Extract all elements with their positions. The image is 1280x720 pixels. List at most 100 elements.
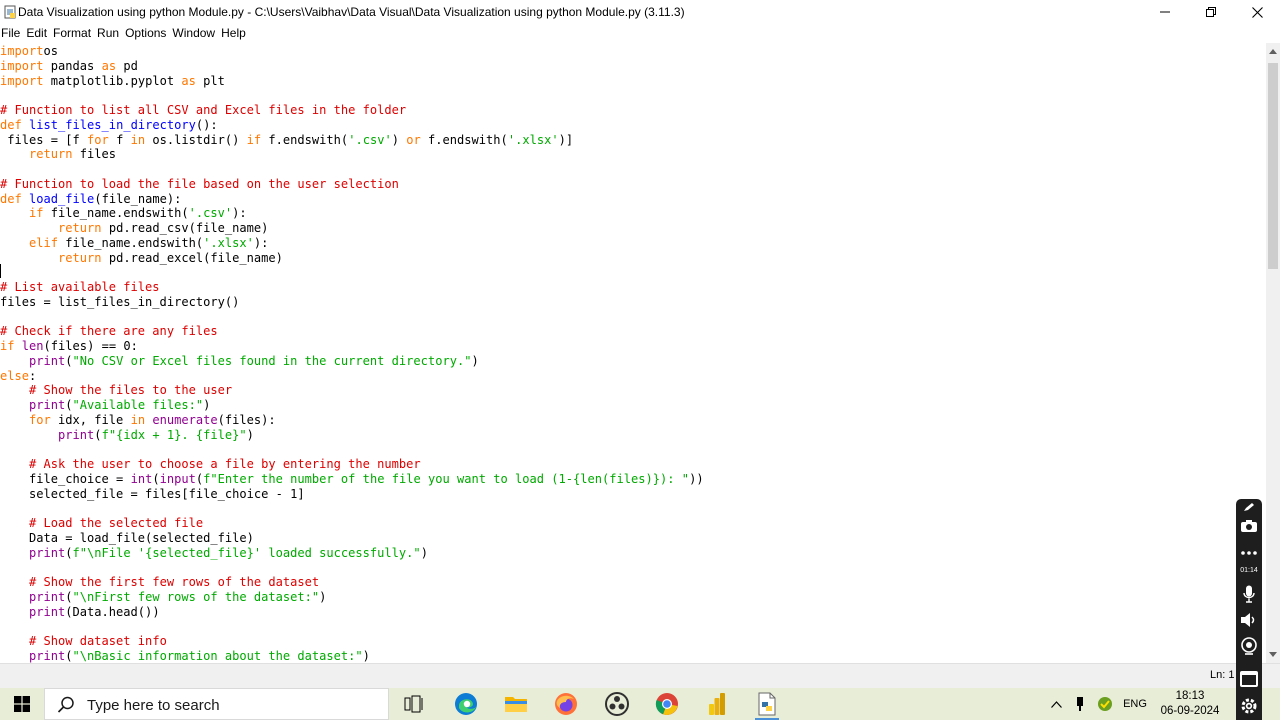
recorder-screenshot-button[interactable] [1236,515,1262,537]
menu-run[interactable]: Run [96,24,123,43]
code-line[interactable]: importos [0,44,704,59]
taskbar-file-explorer[interactable] [494,688,538,720]
code-token: ) [319,589,327,604]
code-line[interactable]: # Ask the user to choose a file by enter… [0,457,704,472]
code-line[interactable]: # Show dataset info [0,634,704,649]
menu-window[interactable]: Window [171,24,219,43]
code-line[interactable]: files = list_files_in_directory() [0,295,704,310]
speaker-icon [1241,613,1255,627]
code-line[interactable]: print("No CSV or Excel files found in th… [0,354,704,369]
code-line[interactable]: print("\nBasic information about the dat… [0,649,704,663]
show-hidden-icons[interactable] [1046,688,1066,720]
taskbar-search-input[interactable] [85,693,379,717]
scrollbar-thumb[interactable] [1268,63,1278,269]
code-line[interactable]: def list_files_in_directory(): [0,118,704,133]
code-line[interactable]: def load_file(file_name): [0,192,704,207]
taskbar-edge[interactable] [444,688,488,720]
code-line[interactable]: for idx, file in enumerate(files): [0,413,704,428]
recorder-mic-button[interactable] [1236,583,1262,605]
code-line[interactable]: else: [0,369,704,384]
menu-file[interactable]: File [0,24,24,43]
code-line[interactable]: # Show the files to the user [0,383,704,398]
code-token: as [181,73,196,88]
code-line[interactable] [0,560,704,575]
code-line[interactable]: return files [0,147,704,162]
code-token: list_files_in_directory [29,117,196,132]
code-token: f"Enter the number of the file you want … [203,471,690,486]
code-token: print [29,353,66,368]
tray-network[interactable] [1095,688,1115,720]
code-token: pd [116,58,138,73]
code-line[interactable]: elif file_name.endswith('.xlsx'): [0,236,704,251]
code-line[interactable]: # List available files [0,280,704,295]
title-bar[interactable]: Data Visualization using python Module.p… [0,0,1280,24]
code-line[interactable] [0,501,704,516]
code-line[interactable] [0,162,704,177]
taskbar-firefox[interactable] [544,688,588,720]
code-token: as [101,58,117,73]
code-line[interactable]: selected_file = files[file_choice - 1] [0,487,704,502]
code-line[interactable]: file_choice = int(input(f"Enter the numb… [0,472,704,487]
code-line[interactable]: return pd.read_csv(file_name) [0,221,704,236]
code-line[interactable]: files = [f for f in os.listdir() if f.en… [0,133,704,148]
code-line[interactable]: # Load the selected file [0,516,704,531]
code-line[interactable]: return pd.read_excel(file_name) [0,251,704,266]
close-button[interactable] [1234,0,1280,24]
recorder-webcam-button[interactable] [1236,635,1262,657]
menu-help[interactable]: Help [220,24,250,43]
code-line[interactable]: # Function to list all CSV and Excel fil… [0,103,704,118]
taskbar-power-bi[interactable] [695,688,739,720]
code-token: '.csv' [348,132,392,147]
code-line[interactable]: print(f"\nFile '{selected_file}' loaded … [0,546,704,561]
recorder-window-button[interactable] [1236,667,1262,691]
code-line[interactable] [0,310,704,325]
taskbar-python-idle[interactable] [745,688,789,720]
code-token: (files): [217,412,276,427]
code-line[interactable]: if file_name.endswith('.csv'): [0,206,704,221]
restore-button[interactable] [1188,0,1234,24]
scroll-up-arrow[interactable] [1266,43,1280,60]
code-line[interactable]: print(f"{idx + 1}. {file}") [0,428,704,443]
code-line[interactable]: # Check if there are any files [0,324,704,339]
scroll-down-arrow[interactable] [1266,646,1280,663]
vertical-scrollbar[interactable] [1266,43,1280,663]
code-line[interactable] [0,265,704,280]
code-line[interactable]: # Show the first few rows of the dataset [0,575,704,590]
taskbar-chrome[interactable] [645,688,689,720]
code-line[interactable]: # Function to load the file based on the… [0,177,704,192]
minimize-button[interactable] [1142,0,1188,24]
tray-usb[interactable] [1070,688,1090,720]
code-text[interactable]: importos import pandas as pd import matplo… [0,44,704,663]
code-token: "Available files:" [72,398,204,412]
recorder-more-button[interactable] [1236,543,1262,563]
menu-edit[interactable]: Edit [25,24,51,43]
code-token: if [29,206,44,221]
code-token: return [29,147,73,162]
code-line[interactable] [0,619,704,634]
code-line[interactable]: import pandas as pd [0,59,704,74]
code-line[interactable]: print(Data.head()) [0,605,704,620]
code-line[interactable] [0,88,704,103]
taskbar-search-box[interactable] [44,688,389,720]
python-idle-icon [758,692,776,716]
code-line[interactable]: print("\nFirst few rows of the dataset:"… [0,590,704,605]
recorder-pen-button[interactable] [1236,501,1262,513]
recorder-settings-button[interactable] [1236,695,1262,717]
code-line[interactable]: Data = load_file(selected_file) [0,531,704,546]
taskbar-task-view[interactable] [392,688,436,720]
code-line[interactable]: print("Available files:") [0,398,704,413]
start-button[interactable] [0,688,44,720]
menu-format[interactable]: Format [52,24,95,43]
code-line[interactable] [0,442,704,457]
recorder-audio-button[interactable] [1236,609,1262,631]
code-editor[interactable]: importos import pandas as pd import matplo… [0,43,1266,663]
code-line[interactable]: if len(files) == 0: [0,339,704,354]
code-token: print [29,398,66,412]
code-line[interactable]: import matplotlib.pyplot as plt [0,74,704,89]
menu-options[interactable]: Options [124,24,170,43]
taskbar-obs[interactable] [595,688,639,720]
taskbar-clock[interactable]: 18:13 06-09-2024 [1150,688,1230,720]
tray-language[interactable]: ENG [1120,688,1150,720]
